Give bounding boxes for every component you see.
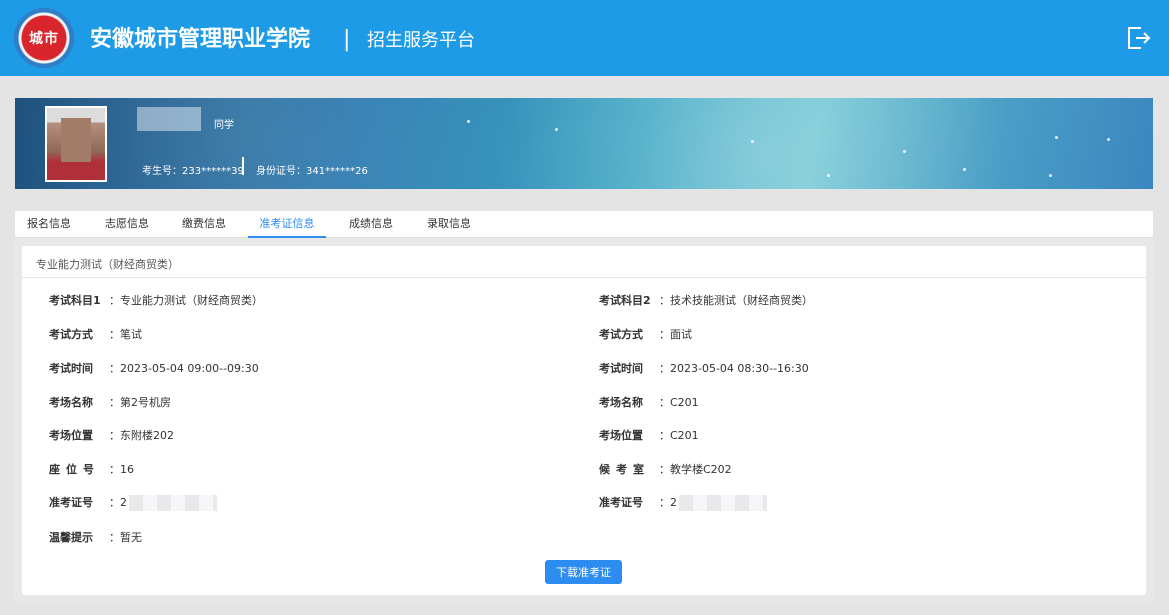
banner-star: [555, 128, 558, 131]
logo-text: 城市: [29, 31, 59, 47]
field-value: C201: [670, 429, 699, 442]
field-time2: 考试时间 ：2023-05-04 08:30--16:30: [599, 362, 809, 375]
school-name: 安徽城市管理职业学院: [90, 27, 311, 52]
field-label: 考场名称: [49, 396, 93, 409]
field-label: 考场位置: [599, 429, 643, 442]
field-label: 温馨提示: [49, 531, 93, 544]
field-value: 第2号机房: [120, 396, 171, 409]
field-label: 考试方式: [49, 328, 93, 341]
banner-star: [827, 174, 830, 177]
field-label: 候考室: [599, 463, 650, 476]
banner-star: [963, 168, 966, 171]
field-value: 技术技能测试（财经商贸类）: [670, 294, 813, 307]
field-subject1: 考试科目1 ：专业能力测试（财经商贸类）: [49, 294, 263, 307]
field-value: 2023-05-04 09:00--09:30: [120, 362, 259, 375]
field-label: 考试科目1: [49, 294, 101, 307]
field-seat: 座位号 ：16: [49, 463, 134, 476]
banner-star: [1055, 136, 1058, 139]
card-divider: [22, 277, 1146, 278]
platform-name: 招生服务平台: [367, 30, 475, 51]
field-label: 考试科目2: [599, 294, 651, 307]
card-title: 专业能力测试（财经商贸类）: [36, 258, 179, 271]
field-value: 16: [120, 463, 134, 476]
tab-bar: 报名信息 志愿信息 缴费信息 准考证信息 成绩信息 录取信息: [15, 211, 1153, 238]
masked-value: [129, 495, 217, 511]
ticket-card: 专业能力测试（财经商贸类） 考试科目1 ：专业能力测试（财经商贸类） 考试方式 ：笔…: [22, 246, 1146, 595]
tab-registration[interactable]: 报名信息: [27, 211, 71, 238]
field-value: 笔试: [120, 328, 142, 341]
field-label: 考场名称: [599, 396, 643, 409]
field-room-location2: 考场位置 ：C201: [599, 429, 699, 442]
field-waiting-room: 候考室 ：教学楼C202: [599, 463, 732, 476]
field-tips: 温馨提示 ：暂无: [49, 531, 142, 544]
field-value: 专业能力测试（财经商贸类）: [120, 294, 263, 307]
field-label: 考场位置: [49, 429, 93, 442]
field-value: C201: [670, 396, 699, 409]
top-header: 城市 安徽城市管理职业学院 | 招生服务平台: [0, 0, 1169, 76]
student-suffix: 同学: [214, 120, 234, 131]
field-value: 暂无: [120, 531, 142, 544]
field-label: 准考证号: [599, 496, 643, 509]
field-ticket-no2: 准考证号 ：2: [599, 494, 767, 511]
tab-admission-ticket[interactable]: 准考证信息: [248, 211, 326, 238]
logout-icon[interactable]: [1124, 24, 1152, 52]
field-value: 面试: [670, 328, 692, 341]
id-number: 身份证号：341******26: [256, 166, 368, 177]
masked-value: [679, 495, 767, 511]
banner-divider: [242, 157, 244, 175]
field-method2: 考试方式 ：面试: [599, 328, 692, 341]
banner-star: [467, 120, 470, 123]
field-label: 准考证号: [49, 496, 93, 509]
field-room-location1: 考场位置 ：东附楼202: [49, 429, 174, 442]
banner-star: [1107, 138, 1110, 141]
field-label: 座位号: [49, 463, 100, 476]
banner-star: [903, 150, 906, 153]
tab-score[interactable]: 成绩信息: [349, 211, 393, 238]
field-label: 考试时间: [49, 362, 93, 375]
field-method1: 考试方式 ：笔试: [49, 328, 142, 341]
content-area: 专业能力测试（财经商贸类） 考试科目1 ：专业能力测试（财经商贸类） 考试方式 ：笔…: [15, 238, 1153, 603]
tab-preference[interactable]: 志愿信息: [105, 211, 149, 238]
student-name-masked: [137, 107, 201, 131]
brand-separator: |: [343, 27, 351, 52]
school-logo: 城市: [14, 8, 74, 68]
download-ticket-button[interactable]: 下载准考证: [545, 560, 622, 584]
student-banner: 同学 考生号：233******39 身份证号：341******26: [15, 98, 1153, 189]
field-value: 教学楼C202: [670, 463, 732, 476]
exam-number: 考生号：233******39: [142, 166, 244, 177]
field-label: 考试方式: [599, 328, 643, 341]
field-value: 2023-05-04 08:30--16:30: [670, 362, 809, 375]
field-value: 2: [120, 496, 127, 509]
banner-star: [751, 140, 754, 143]
tab-payment[interactable]: 缴费信息: [182, 211, 226, 238]
field-subject2: 考试科目2 ：技术技能测试（财经商贸类）: [599, 294, 813, 307]
field-room-name2: 考场名称 ：C201: [599, 396, 699, 409]
field-label: 考试时间: [599, 362, 643, 375]
field-ticket-no1: 准考证号 ：2: [49, 494, 217, 511]
banner-star: [1049, 174, 1052, 177]
field-room-name1: 考场名称 ：第2号机房: [49, 396, 171, 409]
tab-admission[interactable]: 录取信息: [427, 211, 471, 238]
student-photo: [45, 106, 107, 182]
field-value: 东附楼202: [120, 429, 174, 442]
field-time1: 考试时间 ：2023-05-04 09:00--09:30: [49, 362, 259, 375]
field-value: 2: [670, 496, 677, 509]
